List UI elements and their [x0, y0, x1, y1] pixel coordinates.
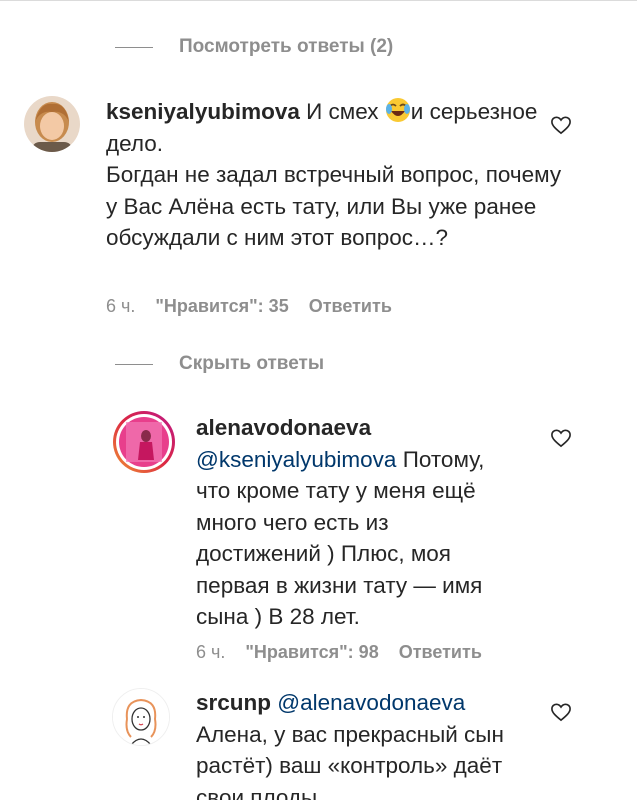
reply-button[interactable]: Ответить [309, 296, 392, 317]
view-replies-label: Посмотреть ответы (2) [179, 36, 394, 57]
comment-text-part1: И смех [299, 99, 385, 124]
avatar-alenavodonaeva[interactable] [112, 410, 176, 474]
reply2-text: Алена, у вас прекрасный сын растёт) ваш … [196, 721, 504, 800]
hide-replies-button[interactable]: Скрыть ответы [115, 353, 324, 375]
comment-username[interactable]: kseniyalyubimova [106, 99, 300, 124]
comment-text-line2: Богдан не задал встречный вопрос, почему… [106, 162, 562, 250]
crying-laughing-emoji-icon [385, 97, 411, 123]
avatar-kseniyalyubimova[interactable] [24, 96, 80, 152]
hide-replies-label: Скрыть ответы [179, 353, 325, 374]
reply2-mention[interactable]: @alenavodonaeva [277, 690, 465, 715]
reply-button[interactable]: Ответить [399, 642, 482, 663]
view-replies-button[interactable]: Посмотреть ответы (2) [115, 36, 393, 58]
avatar-srcunp[interactable] [112, 688, 170, 746]
reply-srcunp: srcunp @alenavodonaeva Алена, у вас прек… [196, 687, 526, 800]
reply-meta: 6 ч. "Нравится": 98 Ответить [196, 642, 482, 663]
toggle-line [115, 363, 153, 365]
reply-username[interactable]: alenavodonaeva [196, 415, 371, 440]
comment-time: 6 ч. [106, 296, 136, 316]
comment-meta: 6 ч. "Нравится": 35 Ответить [106, 296, 392, 317]
like-heart-icon[interactable] [550, 428, 572, 448]
reply2-username[interactable]: srcunp [196, 690, 271, 715]
reply-mention[interactable]: @kseniyalyubimova [196, 447, 396, 472]
like-heart-icon[interactable] [550, 702, 572, 722]
reply-text: Потому, что кроме тату у меня ещё много … [196, 446, 485, 630]
toggle-line [115, 46, 153, 48]
reply-alenavodonaeva: alenavodonaeva @kseniyalyubimova Потому,… [196, 412, 496, 633]
reply-likes[interactable]: "Нравится": 98 [245, 642, 378, 663]
like-heart-icon[interactable] [550, 115, 572, 135]
comment-likes[interactable]: "Нравится": 35 [155, 296, 288, 317]
reply-time: 6 ч. [196, 642, 226, 662]
comment-kseniyalyubimova: kseniyalyubimova И смех и серьезное дело… [106, 96, 566, 254]
top-divider [0, 0, 637, 1]
